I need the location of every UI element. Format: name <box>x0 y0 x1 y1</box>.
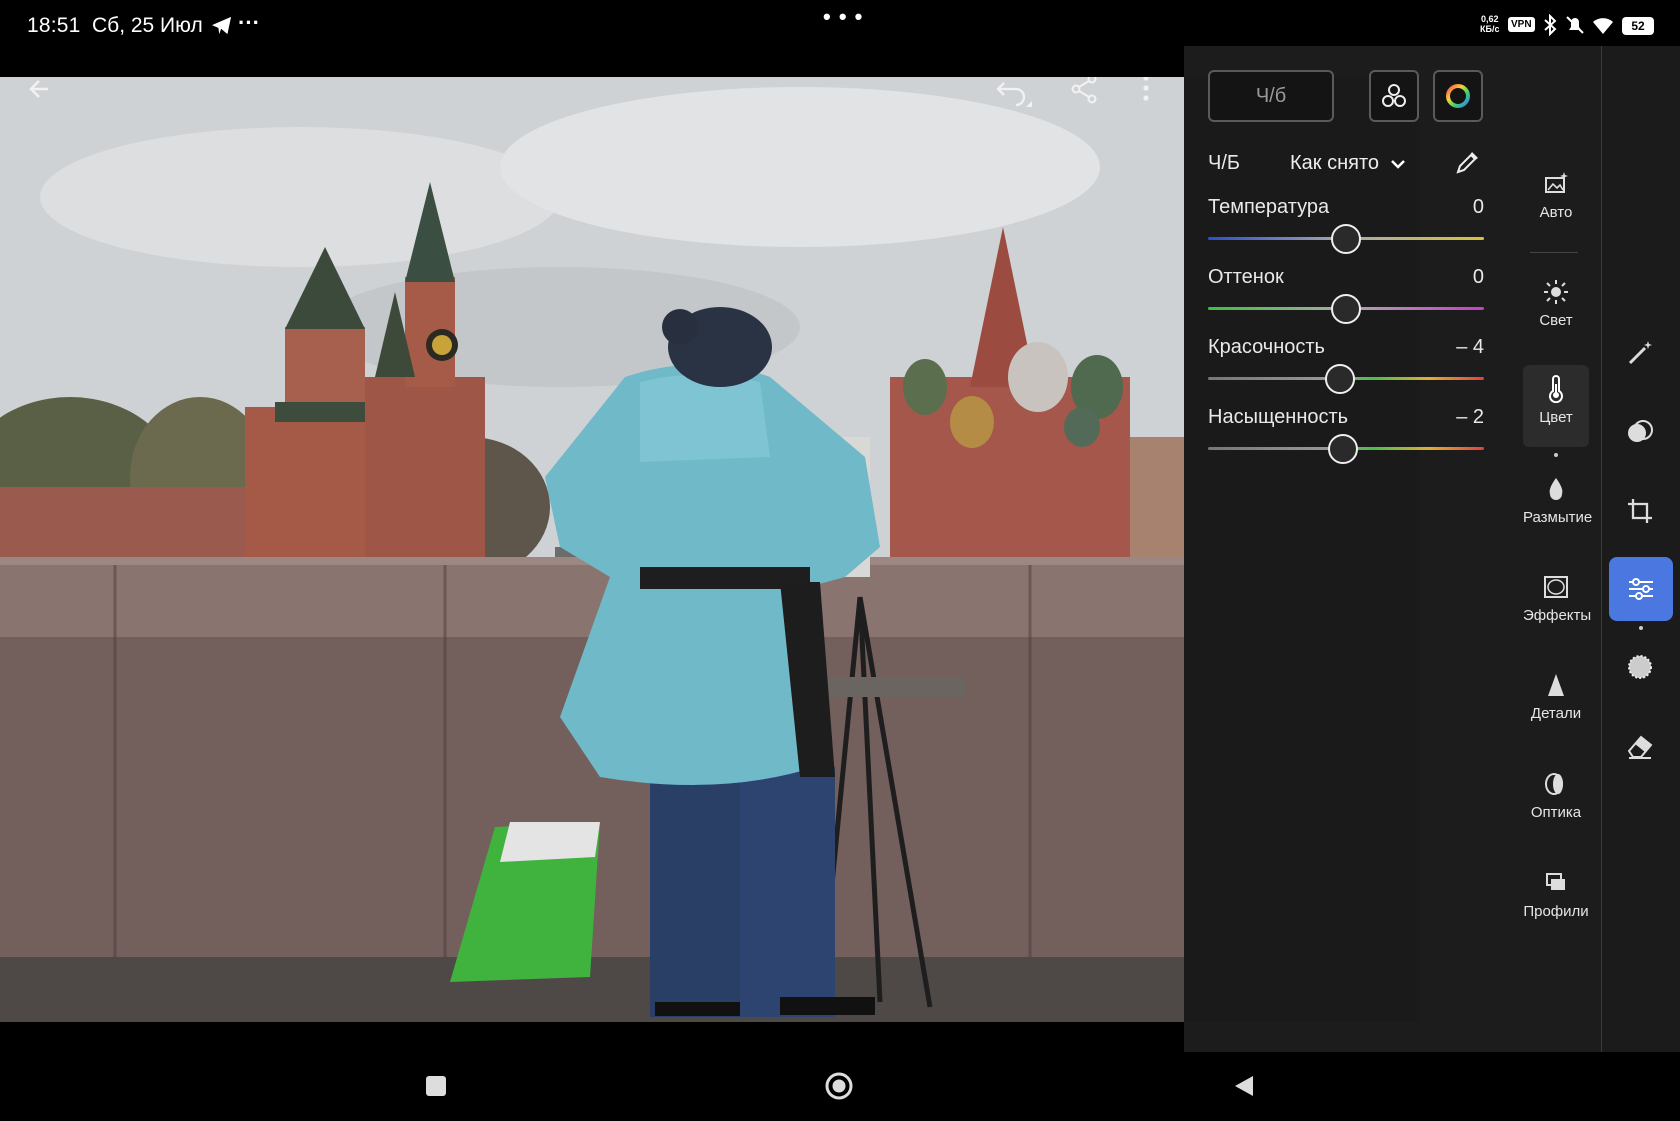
saturation-thumb[interactable] <box>1328 434 1359 464</box>
photo-canvas[interactable] <box>0 77 1184 1022</box>
tool-details[interactable]: Детали <box>1523 671 1589 722</box>
profiles-icon <box>1546 873 1565 890</box>
tool-profiles[interactable]: Профили <box>1523 869 1589 920</box>
auto-icon <box>1545 172 1568 193</box>
tint-label: Оттенок <box>1208 266 1284 288</box>
tool-light-label: Свет <box>1539 312 1573 329</box>
tool-auto-label: Авто <box>1539 204 1573 221</box>
telegram-icon <box>212 16 232 35</box>
effects-icon <box>1544 576 1568 598</box>
tool-details-label: Детали <box>1530 705 1582 722</box>
thermometer-icon <box>1549 375 1563 403</box>
undo-icon[interactable] <box>992 77 1032 109</box>
light-icon <box>1544 280 1568 304</box>
tool-blur[interactable]: Размытие <box>1523 475 1593 526</box>
tool-color-label: Цвет <box>1539 409 1573 426</box>
tool-effects[interactable]: Эффекты <box>1523 573 1592 624</box>
profile-value: Как снято <box>1290 152 1380 174</box>
square-icon[interactable] <box>426 1076 446 1096</box>
active-mode-dot <box>1639 626 1643 630</box>
battery-indicator: 52 <box>1622 17 1654 35</box>
detail-triangle-icon <box>1548 674 1564 696</box>
navigation-bar <box>0 1052 1680 1121</box>
temperature-slider[interactable] <box>1208 223 1484 254</box>
color-mix-button[interactable] <box>1369 70 1419 122</box>
vpn-badge: VPN <box>1508 17 1535 32</box>
temperature-thumb[interactable] <box>1331 224 1361 254</box>
network-speed: 0,62 КБ/с <box>1480 14 1499 34</box>
tool-optics[interactable]: Оптика <box>1523 770 1589 821</box>
temperature-value[interactable]: 0 <box>1424 196 1484 219</box>
vibrance-slider[interactable] <box>1208 363 1484 394</box>
edit-sliders-icon <box>1629 578 1653 600</box>
photo-image <box>0 77 1184 1022</box>
arrow-left-icon[interactable] <box>22 77 62 109</box>
status-more: ··· <box>238 10 260 35</box>
eyedropper-icon[interactable] <box>1454 148 1482 176</box>
vibrance-thumb[interactable] <box>1325 364 1356 394</box>
status-center-dots[interactable]: • • • <box>823 4 863 30</box>
tools-divider <box>1530 252 1578 253</box>
tool-profiles-label: Профили <box>1523 903 1589 920</box>
network-speed-unit: КБ/с <box>1480 24 1500 34</box>
crop-icon[interactable] <box>1625 496 1655 526</box>
tool-color[interactable]: Цвет <box>1523 365 1589 447</box>
tint-thumb[interactable] <box>1331 294 1361 324</box>
network-speed-value: 0,62 <box>1480 14 1499 24</box>
chevron-down-icon <box>1390 160 1405 169</box>
tool-blur-label: Размытие <box>1523 509 1593 526</box>
masking-icon[interactable] <box>1625 417 1655 447</box>
circle-icon[interactable] <box>824 1071 854 1101</box>
active-indicator-dot <box>1554 453 1558 457</box>
bw-toggle-button[interactable]: Ч/б <box>1208 70 1334 122</box>
tint-slider[interactable] <box>1208 293 1484 324</box>
optics-icon <box>1545 773 1563 795</box>
tool-effects-label: Эффекты <box>1523 607 1592 624</box>
vibrance-label: Красочность <box>1208 336 1325 358</box>
saturation-slider[interactable] <box>1208 433 1484 464</box>
color-grading-button[interactable] <box>1433 70 1483 122</box>
eraser-icon[interactable] <box>1625 731 1655 761</box>
bluetooth-icon <box>1544 14 1557 36</box>
tool-auto[interactable]: Авто <box>1523 170 1589 221</box>
selective-icon[interactable] <box>1625 652 1655 682</box>
triangle-back-icon[interactable] <box>1233 1075 1255 1097</box>
edit-sliders-button[interactable] <box>1609 557 1673 621</box>
magic-wand-icon[interactable] <box>1625 338 1655 368</box>
share-icon[interactable] <box>1064 77 1104 109</box>
blur-drop-icon <box>1549 478 1563 500</box>
status-date: Сб, 25 Июл <box>92 14 203 37</box>
saturation-label: Насыщенность <box>1208 406 1349 428</box>
tool-optics-label: Оптика <box>1530 804 1582 821</box>
color-grading-icon <box>1446 84 1470 108</box>
bw-label: Ч/Б <box>1208 152 1241 174</box>
wifi-icon <box>1593 18 1613 34</box>
mute-bell-icon <box>1566 16 1584 34</box>
tint-value[interactable]: 0 <box>1424 266 1484 289</box>
vibrance-value[interactable]: – 4 <box>1424 336 1484 359</box>
temperature-label: Температура <box>1208 196 1330 218</box>
color-mix-icon <box>1382 84 1406 107</box>
status-time: 18:51 <box>27 14 81 37</box>
saturation-value[interactable]: – 2 <box>1424 406 1484 429</box>
profile-dropdown[interactable]: Как снято <box>1290 152 1405 175</box>
more-vertical-icon[interactable] <box>1126 77 1166 109</box>
edit-modes-column <box>1602 46 1680 1052</box>
tool-light[interactable]: Свет <box>1523 278 1589 329</box>
